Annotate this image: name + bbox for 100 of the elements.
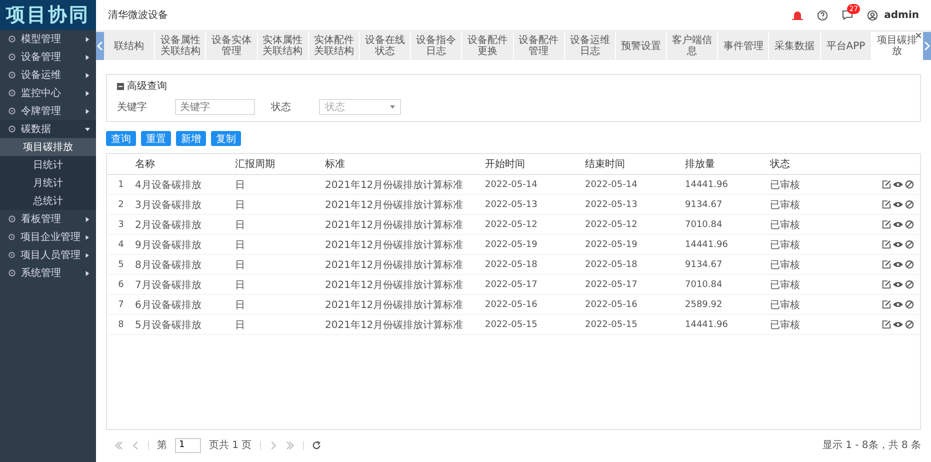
action-button[interactable]: 复制 — [211, 131, 241, 146]
table-cell-text: 7月设备碳排放 — [135, 278, 202, 292]
column-header: 排放量 — [685, 158, 716, 171]
table-cell-text: 2022-05-13 — [485, 200, 538, 210]
keyword-field[interactable]: 关键字 — [175, 99, 255, 115]
table-cell-text: 日 — [235, 238, 246, 252]
column-header: 状态 — [770, 158, 791, 171]
sidebar-item[interactable]: 模型管理 — [0, 30, 96, 48]
sidebar-item[interactable]: 设备管理 — [0, 48, 96, 66]
table-cell-text: 2022-05-18 — [585, 260, 638, 270]
column-header: 汇报周期 — [235, 158, 276, 171]
sidebar-item[interactable]: 碳数据 — [0, 120, 96, 138]
table-cell-text: 9134.67 — [685, 260, 724, 270]
user-name[interactable]: admin — [884, 10, 919, 20]
table-cell-text: 2022-05-12 — [485, 220, 538, 230]
table-cell-text: 2022-05-16 — [585, 300, 638, 310]
sidebar-item[interactable]: 项目企业管理 — [0, 228, 96, 246]
table-cell-text: 2022-05-19 — [485, 240, 538, 250]
row-number: 4 — [117, 240, 125, 250]
table-cell-text: 2022-05-17 — [485, 280, 538, 290]
table-cell-text: 4月设备碳排放 — [135, 178, 202, 192]
table-cell-text: 日 — [235, 318, 246, 332]
table-cell-text: 日 — [235, 218, 246, 232]
table-cell-text: 2021年12月份碳排放计算标准 — [325, 278, 464, 292]
column-header: 标准 — [325, 158, 346, 171]
table-cell-text: 9月设备碳排放 — [135, 238, 202, 252]
sidebar-subitem[interactable]: 总统计 — [0, 192, 96, 210]
action-button[interactable]: 查询 — [106, 131, 136, 146]
column-header: 开始时间 — [485, 158, 526, 171]
table-cell-text: 2021年12月份碳排放计算标准 — [325, 198, 464, 212]
table-cell-text: 8月设备碳排放 — [135, 258, 202, 272]
app-logo: 项目协同 — [0, 0, 96, 30]
table-cell-text: 已审核 — [770, 298, 801, 312]
table-cell-text: 日 — [235, 178, 246, 192]
table-cell-text: 14441.96 — [685, 180, 729, 190]
row-number: 2 — [117, 200, 125, 210]
sidebar-item[interactable]: 设备运维 — [0, 66, 96, 84]
table-cell-text: 日 — [235, 198, 246, 212]
table-cell-text: 2022-05-12 — [585, 220, 638, 230]
sidebar-subitem[interactable]: 月统计 — [0, 174, 96, 192]
table-cell-text: 9134.67 — [685, 200, 724, 210]
row-number: 5 — [117, 260, 125, 270]
table-cell-text: 2021年12月份碳排放计算标准 — [325, 318, 464, 332]
table-cell-text: 已审核 — [770, 318, 801, 332]
sidebar-item[interactable]: 系统管理 — [0, 264, 96, 282]
row-number: 7 — [117, 300, 125, 310]
table-cell-text: 5月设备碳排放 — [135, 318, 202, 332]
table-cell-text: 14441.96 — [685, 320, 729, 330]
table-cell-text: 6月设备碳排放 — [135, 298, 202, 312]
table-cell-text: 2021年12月份碳排放计算标准 — [325, 238, 464, 252]
column-header: 结束时间 — [585, 158, 626, 171]
page-title: 清华微波设备 — [108, 8, 169, 22]
action-button[interactable]: 新增 — [176, 131, 206, 146]
table-cell-text: 已审核 — [770, 198, 801, 212]
sidebar-subitem[interactable]: 项目碳排放 — [0, 138, 96, 156]
record-summary: 显示 1 - 8条，共 8 条 — [822, 438, 921, 452]
table-cell-text: 2022-05-13 — [585, 200, 638, 210]
table-cell-text: 2022-05-18 — [485, 260, 538, 270]
field-label: 关键字 — [117, 100, 148, 114]
page-label: 第 — [157, 439, 167, 452]
table-cell-text: 2022-05-14 — [485, 180, 538, 190]
panel-title: 高级查询 — [127, 80, 167, 93]
table-cell-text: 2022-05-15 — [585, 320, 638, 330]
table-cell-text: 已审核 — [770, 238, 801, 252]
table-cell-text: 2022-05-15 — [485, 320, 538, 330]
table-cell-text: 2月设备碳排放 — [135, 218, 202, 232]
table-cell-text: 3月设备碳排放 — [135, 198, 202, 212]
field-label: 状态 — [271, 100, 292, 114]
column-header: 名称 — [135, 158, 156, 171]
action-button[interactable]: 重置 — [141, 131, 171, 146]
table-cell-text: 已审核 — [770, 218, 801, 232]
table-cell-text: 已审核 — [770, 278, 801, 292]
table-cell-text: 已审核 — [770, 178, 801, 192]
row-number: 1 — [117, 180, 125, 190]
table-cell-text: 7010.84 — [685, 280, 724, 290]
sidebar-item[interactable]: 监控中心 — [0, 84, 96, 102]
page-count-label: 页共 1 页 — [209, 438, 252, 452]
table-cell-text: 2022-05-19 — [585, 240, 638, 250]
table-cell-text: 2589.92 — [685, 300, 724, 310]
sidebar-item[interactable]: 项目人员管理 — [0, 246, 96, 264]
table-cell-text: 2022-05-17 — [585, 280, 638, 290]
table-cell-text: 2022-05-16 — [485, 300, 538, 310]
table-cell-text: 日 — [235, 258, 246, 272]
table-cell-text: 2022-05-14 — [585, 180, 638, 190]
row-number: 6 — [117, 280, 125, 290]
table-cell-text: 2021年12月份碳排放计算标准 — [325, 178, 464, 192]
sidebar-item[interactable]: 看板管理 — [0, 210, 96, 228]
row-number: 8 — [117, 320, 125, 330]
table-cell-text: 14441.96 — [685, 240, 729, 250]
table-cell-text: 日 — [235, 298, 246, 312]
page-number-field[interactable]: 1 — [175, 438, 201, 452]
sidebar-subitem[interactable]: 日统计 — [0, 156, 96, 174]
table-cell-text: 已审核 — [770, 258, 801, 272]
table-cell-text: 2021年12月份碳排放计算标准 — [325, 298, 464, 312]
table-cell-text: 7010.84 — [685, 220, 724, 230]
table-cell-text: 2021年12月份碳排放计算标准 — [325, 258, 464, 272]
row-number: 3 — [117, 220, 125, 230]
table-cell-text: 日 — [235, 278, 246, 292]
tab[interactable]: 项目碳排放 — [872, 32, 923, 60]
sidebar-item[interactable]: 令牌管理 — [0, 102, 96, 120]
